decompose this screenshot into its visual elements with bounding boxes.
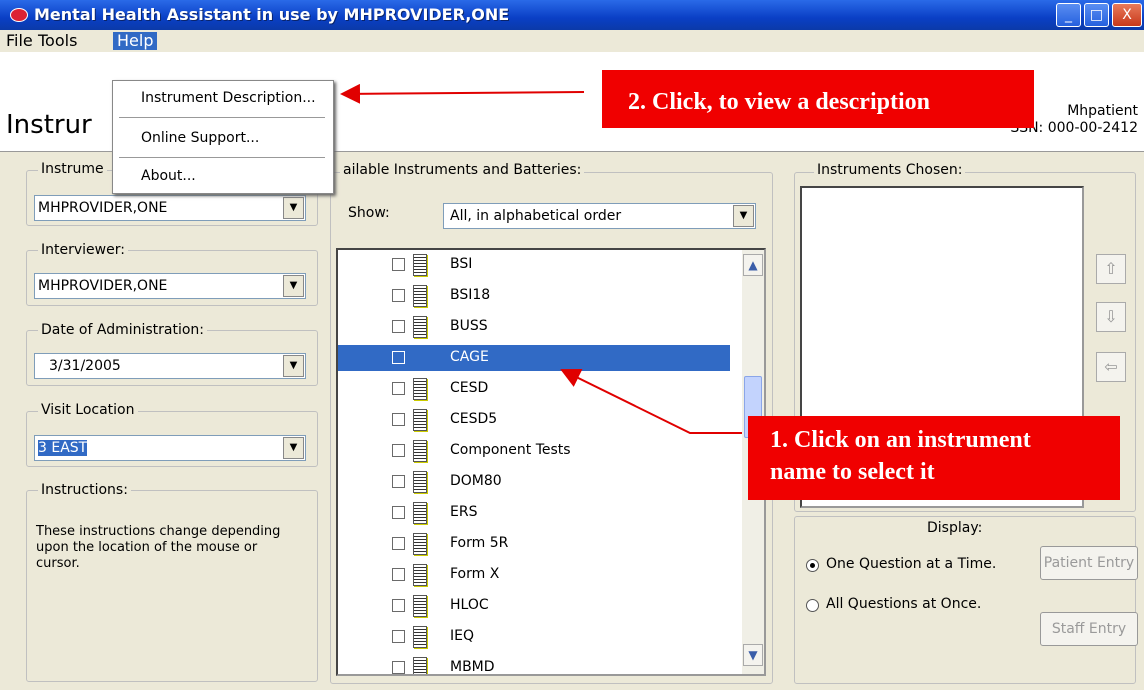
callout-view-description: 2. Click, to view a description: [602, 70, 1034, 128]
description-arrow: [340, 83, 585, 104]
select-arrow: [560, 368, 742, 434]
callout-select-instrument: 1. Click on an instrument name to select…: [748, 416, 1120, 500]
callout-select-line1: 1. Click on an instrument: [770, 427, 1031, 453]
callout-select-line2: name to select it: [770, 459, 935, 485]
